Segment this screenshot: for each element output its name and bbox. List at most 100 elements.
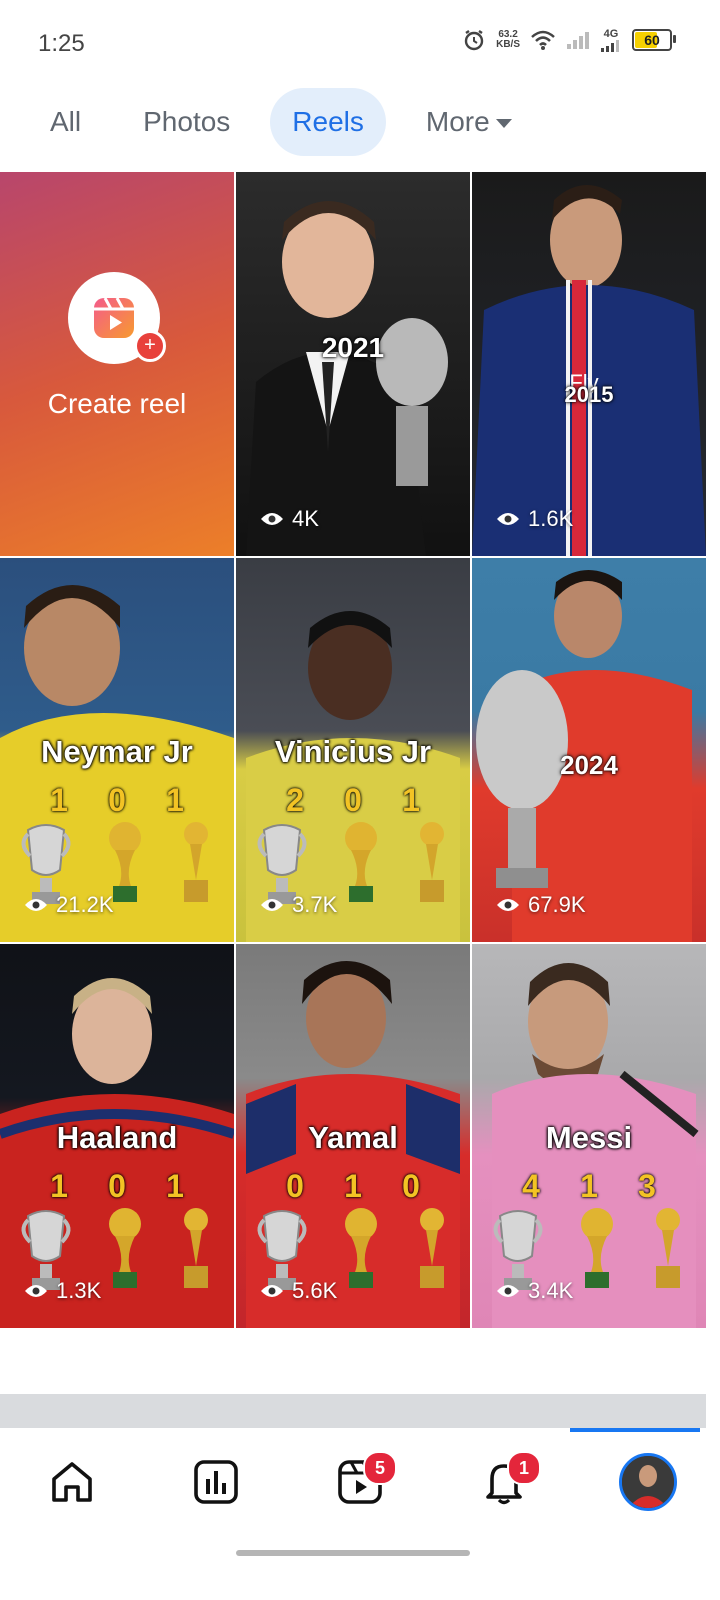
- status-time: 1:25: [38, 30, 85, 57]
- world-cup-count: 1: [344, 1168, 362, 1204]
- avatar-image: [622, 1456, 674, 1508]
- reel-tile[interactable]: Haaland 1 0 1 1.3K: [0, 944, 234, 1328]
- eye-icon: [25, 899, 47, 911]
- tab-more-label: More: [425, 106, 490, 137]
- reel-thumbnail: Fly: [472, 185, 706, 556]
- trophy-counts: 2 0 1: [236, 782, 470, 819]
- nav-profile[interactable]: [613, 1447, 683, 1517]
- nav-notifications[interactable]: 1: [469, 1447, 541, 1517]
- world-cup-count: 1: [580, 1168, 598, 1204]
- signal-4g: 4G: [600, 28, 622, 52]
- filter-tabs: All Photos Reels More: [28, 86, 552, 158]
- home-icon: [52, 1462, 92, 1502]
- ucl-count: 1: [50, 1168, 68, 1204]
- eye-icon: [497, 899, 519, 911]
- create-reel-label: Create reel: [47, 388, 187, 419]
- player-name: Yamal: [308, 1120, 398, 1155]
- ucl-count: 0: [286, 1168, 304, 1204]
- caret-down-icon: [495, 119, 512, 129]
- view-count: 5.6K: [260, 1278, 337, 1304]
- trophy-counts: 4 1 3: [472, 1168, 706, 1205]
- club-world-cup-count: 0: [402, 1168, 420, 1204]
- create-reel-button[interactable]: +: [68, 272, 166, 364]
- net-speed-unit: KB/S: [496, 39, 520, 50]
- eye-icon: [261, 899, 283, 911]
- world-cup-count: 0: [108, 1168, 126, 1204]
- world-cup-count: 0: [344, 782, 362, 818]
- status-icons: 63.2 KB/S 4G 60: [462, 28, 676, 52]
- notifications-badge: 1: [507, 1451, 541, 1485]
- eye-icon: [497, 1285, 519, 1297]
- reel-tile[interactable]: Vinicius Jr 2 0 1 3.7K: [236, 558, 470, 942]
- tab-all[interactable]: All: [28, 88, 103, 156]
- net-speed: 63.2 KB/S: [496, 30, 520, 50]
- trophy-counts: 1 0 1: [0, 1168, 234, 1205]
- reel-tile[interactable]: 2021 4K: [236, 172, 470, 556]
- ucl-count: 4: [522, 1168, 540, 1204]
- eye-icon: [261, 1285, 283, 1297]
- view-count-value: 3.7K: [292, 892, 338, 917]
- view-count: 21.2K: [24, 892, 114, 918]
- tab-photos[interactable]: Photos: [121, 88, 252, 156]
- view-count-value: 1.6K: [528, 506, 574, 531]
- club-world-cup-count: 1: [402, 782, 420, 818]
- player-name: Haaland: [56, 1120, 178, 1155]
- reel-tile[interactable]: Messi 4 1 3 3.4K: [472, 944, 706, 1328]
- view-count: 3.7K: [260, 892, 337, 918]
- world-cup-trophy-icon: [109, 1208, 141, 1288]
- loading-strip: [0, 1394, 706, 1428]
- club-world-cup-trophy-icon: [420, 822, 444, 902]
- club-world-cup-trophy-icon: [184, 1208, 208, 1288]
- player-name: Neymar Jr: [41, 734, 193, 769]
- club-world-cup-trophy-icon: [184, 822, 208, 902]
- reel-tile[interactable]: Fly 2015 1.6K: [472, 172, 706, 556]
- tab-more[interactable]: More: [404, 88, 534, 156]
- view-count-value: 21.2K: [56, 892, 114, 917]
- club-world-cup-count: 3: [638, 1168, 656, 1204]
- wifi-icon: [531, 30, 555, 50]
- battery-icon: 60: [632, 29, 676, 51]
- active-tab-indicator: [570, 1428, 700, 1432]
- plus-icon: +: [134, 330, 166, 362]
- view-count: 4K: [260, 506, 319, 532]
- view-count-value: 1.3K: [56, 1278, 102, 1303]
- reels-icon: [94, 297, 134, 338]
- reel-tile[interactable]: 2024 67.9K: [472, 558, 706, 942]
- view-count-value: 4K: [292, 506, 319, 531]
- club-world-cup-trophy-icon: [656, 1208, 680, 1288]
- world-cup-trophy-icon: [581, 1208, 613, 1288]
- eye-icon: [261, 513, 283, 525]
- club-world-cup-trophy-icon: [420, 1208, 444, 1288]
- battery-level: 60: [644, 32, 660, 48]
- nav-home[interactable]: [37, 1447, 107, 1517]
- club-world-cup-count: 1: [166, 782, 184, 818]
- view-count: 3.4K: [496, 1278, 573, 1304]
- reel-tile[interactable]: Neymar Jr 1 0 1 21.2K: [0, 558, 234, 942]
- signal-weak-icon: [567, 32, 589, 49]
- nav-dashboard[interactable]: [181, 1447, 251, 1517]
- world-cup-trophy-icon: [345, 1208, 377, 1288]
- reels-badge: 5: [363, 1451, 397, 1485]
- status-bar: 1:25 63.2 KB/S 4G 60: [0, 0, 720, 90]
- overlay-year: 2024: [560, 750, 618, 780]
- eye-icon: [25, 1285, 47, 1297]
- ucl-count: 2: [286, 782, 304, 818]
- reels-grid: + Create reel 2021 4K Fly 2015 1.6K Neym…: [0, 172, 706, 1328]
- view-count-value: 67.9K: [528, 892, 586, 917]
- view-count: 1.6K: [496, 506, 573, 532]
- world-cup-trophy-icon: [345, 822, 377, 902]
- overlay-year: 2015: [564, 382, 614, 407]
- create-reel-tile[interactable]: + Create reel: [0, 172, 234, 556]
- nav-reels[interactable]: 5: [325, 1447, 397, 1517]
- reel-tile[interactable]: Yamal 0 1 0 5.6K: [236, 944, 470, 1328]
- home-indicator: [236, 1550, 470, 1556]
- view-count: 1.3K: [24, 1278, 101, 1304]
- tab-reels[interactable]: Reels: [270, 88, 386, 156]
- ucl-count: 1: [50, 782, 68, 818]
- world-cup-count: 0: [108, 782, 126, 818]
- view-count-value: 3.4K: [528, 1278, 574, 1303]
- view-count: 67.9K: [496, 892, 586, 918]
- overlay-year: 2021: [321, 332, 385, 363]
- view-count-value: 5.6K: [292, 1278, 338, 1303]
- network-type: 4G: [603, 28, 619, 40]
